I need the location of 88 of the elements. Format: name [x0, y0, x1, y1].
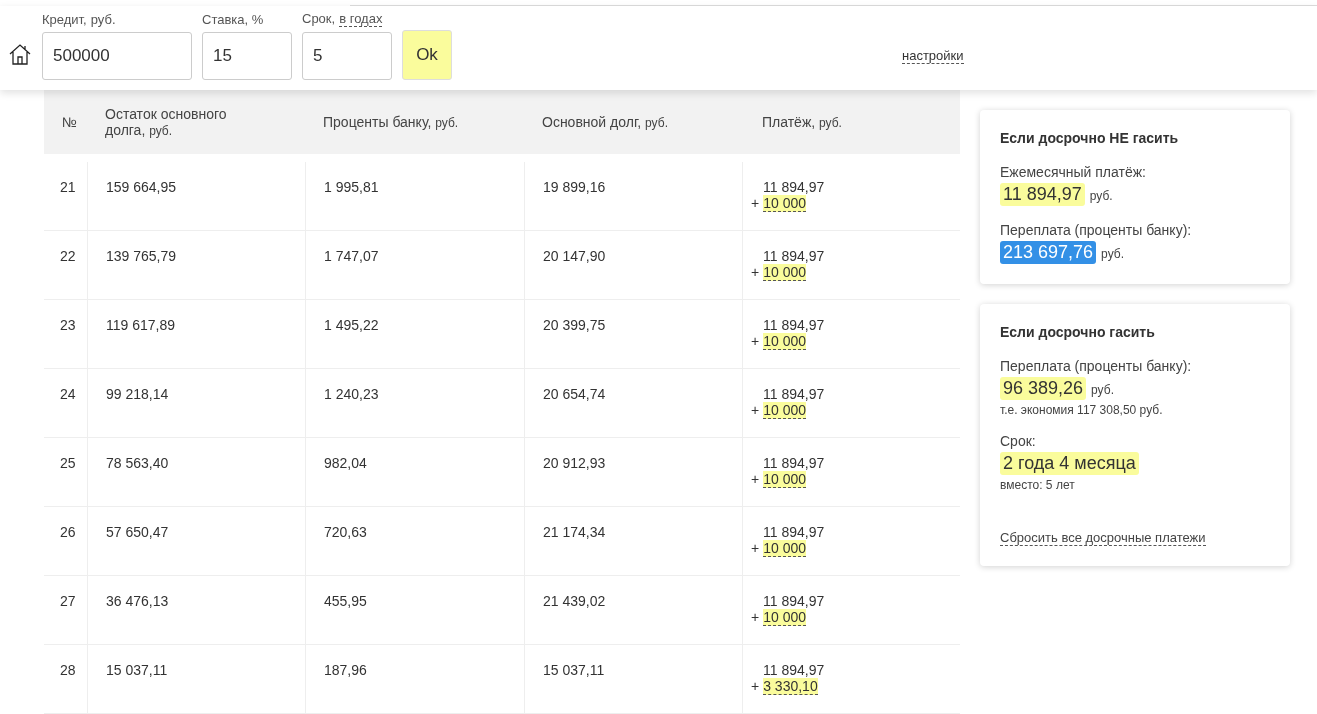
extra-payment-link[interactable]: 10 000 [763, 471, 806, 488]
table-cell: 1 240,23 [305, 369, 524, 437]
payment-amount: 11 894,97 [762, 248, 826, 264]
plus-sign: + [751, 540, 760, 556]
table-cell: 720,63 [305, 507, 524, 575]
input-field[interactable]: 500000 [42, 32, 192, 80]
unit-label: руб. [90, 12, 116, 27]
extra-payment-link[interactable]: 10 000 [763, 333, 806, 350]
table-cell: 139 765,79 [87, 231, 305, 299]
home-icon[interactable] [8, 42, 32, 66]
unit-label: руб. [1089, 189, 1113, 203]
card-title: Если досрочно НЕ гасить [1000, 130, 1180, 146]
table-cell: 20 399,75 [524, 300, 742, 368]
field-label: Ставка, % [202, 12, 264, 27]
input-field[interactable]: 5 [302, 32, 392, 80]
plus-sign: + [751, 402, 760, 418]
extra-payment-link[interactable]: 10 000 [763, 195, 806, 212]
extra-payment-link[interactable]: 10 000 [763, 402, 806, 419]
summary-label: Переплата (проценты банку): [1000, 358, 1193, 374]
extra-payment-link[interactable]: 3 330,10 [763, 678, 818, 695]
summary-value: 2 года 4 месяца [1000, 452, 1139, 475]
settings-link[interactable]: настройки [902, 48, 964, 64]
ok-button[interactable]: Ok [402, 30, 452, 80]
summary-label: Ежемесячный платёж: [1000, 164, 1147, 180]
plus-sign: + [751, 264, 760, 280]
table-cell: 21 439,02 [524, 576, 742, 644]
field-label: Кредит, [42, 12, 87, 27]
table-cell: 21 174,34 [524, 507, 742, 575]
extra-payment-link[interactable]: 10 000 [763, 540, 806, 557]
table-cell: 159 664,95 [87, 162, 305, 230]
table-cell-text: 28 [59, 661, 77, 680]
unit-label: руб. [1091, 383, 1114, 397]
column-header: № [62, 114, 79, 130]
table-cell: 78 563,40 [87, 438, 305, 506]
plus-sign: + [751, 471, 760, 487]
column-header: Проценты банку, руб. [323, 114, 460, 130]
table-cell-text: 27 [59, 592, 77, 611]
card-title: Если досрочно гасить [1000, 324, 1156, 340]
table-cell: 36 476,13 [87, 576, 305, 644]
table-cell: 982,04 [305, 438, 524, 506]
plus-sign: + [751, 678, 760, 694]
summary-value: 96 389,26 [1000, 377, 1087, 400]
table-cell: 187,96 [305, 645, 524, 713]
table-cell: 20 654,74 [524, 369, 742, 437]
table-cell: 20 912,93 [524, 438, 742, 506]
summary-note: вместо: 5 лет [1000, 478, 1076, 492]
plus-sign: + [751, 195, 760, 211]
table-cell-text: 23 [59, 316, 77, 335]
table-cell-text: 25 [59, 454, 77, 473]
table-cell-text: 24 [59, 385, 77, 404]
table-cell: 1 995,81 [305, 162, 524, 230]
table-cell: 15 037,11 [524, 645, 742, 713]
column-header: Основной долг, руб. [542, 114, 669, 130]
table-cell: 57 650,47 [87, 507, 305, 575]
payment-amount: 11 894,97 [762, 455, 826, 471]
field-label: Срок, [302, 11, 336, 27]
column-header: Платёж, руб. [762, 114, 843, 130]
table-cell: 1 495,22 [305, 300, 524, 368]
extra-payment-link[interactable]: 10 000 [763, 264, 806, 281]
units-link[interactable]: в годах [339, 11, 383, 27]
summary-value: 11 894,97 [1000, 183, 1085, 206]
table-cell-text: 26 [59, 523, 77, 542]
payment-amount: 11 894,97 [762, 593, 826, 609]
table-cell: 1 747,07 [305, 231, 524, 299]
table-cell: 455,95 [305, 576, 524, 644]
reset-link[interactable]: Сбросить все досрочные платежи [1000, 530, 1206, 546]
table-cell-text: 22 [59, 247, 77, 266]
payment-amount: 11 894,97 [762, 662, 826, 678]
plus-sign: + [751, 333, 760, 349]
table-cell-text: 21 [59, 178, 77, 197]
summary-label: Срок: [1000, 433, 1037, 449]
table-cell: 99 218,14 [87, 369, 305, 437]
payment-amount: 11 894,97 [762, 524, 826, 540]
payment-amount: 11 894,97 [762, 179, 826, 195]
table-cell: 15 037,11 [87, 645, 305, 713]
input-field[interactable]: 15 [202, 32, 292, 80]
column-header: Остаток основного долга, руб. [105, 106, 228, 138]
summary-label: Переплата (проценты банку): [1000, 222, 1193, 238]
extra-payment-link[interactable]: 10 000 [763, 609, 806, 626]
unit-label: руб. [1101, 247, 1124, 261]
summary-value: 213 697,76 [1000, 241, 1097, 264]
table-cell: 119 617,89 [87, 300, 305, 368]
table-cell: 19 899,16 [524, 162, 742, 230]
plus-sign: + [751, 609, 760, 625]
table-cell: 20 147,90 [524, 231, 742, 299]
summary-note: т.е. экономия 117 308,50 руб. [1000, 403, 1164, 417]
payment-amount: 11 894,97 [762, 317, 826, 333]
payment-amount: 11 894,97 [762, 386, 826, 402]
